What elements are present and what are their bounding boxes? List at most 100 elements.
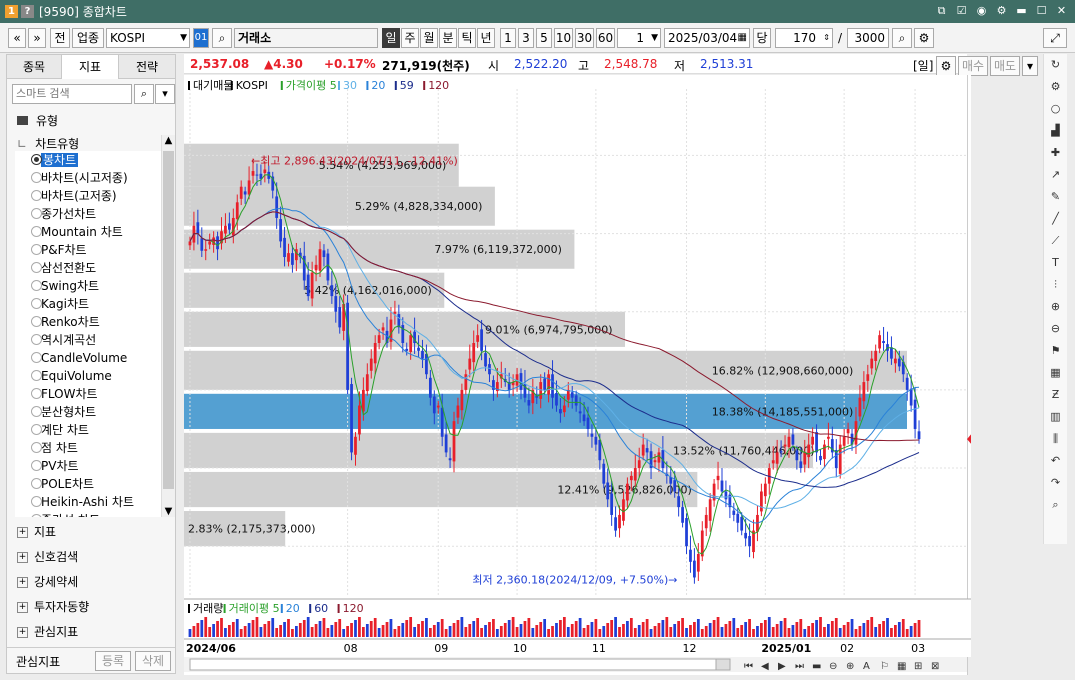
tab-strategy[interactable]: 전략 [119,55,175,79]
gear-icon[interactable]: ⚙ [1044,76,1067,98]
stepper-icon[interactable]: ⇕ [823,29,830,47]
calendar-icon[interactable]: ▦ [738,29,747,47]
auto-icon[interactable]: ⟋ [1044,230,1067,252]
chart-type-item[interactable]: 분산형차트 [15,403,161,421]
radio-icon[interactable] [31,478,42,489]
refresh-icon[interactable]: ↻ [1044,54,1067,76]
interval-1-button[interactable]: 3 [518,28,534,48]
crosshair-icon[interactable]: ✚ [1044,142,1067,164]
date-input[interactable]: 2025/03/04 ▦ [664,28,750,48]
radio-icon[interactable] [31,460,42,471]
radio-icon[interactable] [31,244,42,255]
radio-icon[interactable] [31,298,42,309]
period-1-button[interactable]: 주 [401,28,419,48]
period-5-button[interactable]: 년 [477,28,495,48]
total-input[interactable]: 3000 [847,28,889,48]
scroll-up-icon[interactable]: ▲ [162,135,175,146]
chart-type-item[interactable]: 계단 차트 [15,421,161,439]
section-3[interactable]: + 투자자동향 [17,598,89,615]
zigzag-icon[interactable]: Ƶ [1044,384,1067,406]
chart-type-item[interactable]: P&F차트 [15,241,161,259]
radio-icon[interactable] [31,208,42,219]
expand-icon[interactable]: + [17,627,28,638]
interval-0-button[interactable]: 1 [500,28,516,48]
dang-button[interactable]: 당 [753,28,771,48]
count-input[interactable]: 170 ⇕ [775,28,833,48]
line-icon[interactable]: ╱ [1044,208,1067,230]
chart-type-item[interactable]: Heikin-Ashi 차트 [15,493,161,511]
tab-stock[interactable]: 종목 [7,55,62,79]
tree-group[interactable]: ∟ 차트유형 [17,135,79,152]
radio-icon[interactable] [31,226,42,237]
pattern-icon[interactable]: ⚑ [1044,340,1067,362]
columns-icon[interactable]: ⫼ [1044,428,1067,450]
zoom-icon[interactable]: ⌕ [892,28,912,48]
interval-4-button[interactable]: 30 [575,28,594,48]
next-button[interactable]: » [28,28,46,48]
radio-icon[interactable] [31,352,42,363]
chart-type-item[interactable]: 종가선차트 [15,205,161,223]
chart-type-item[interactable]: 삼선전환도 [15,259,161,277]
radio-icon[interactable] [31,370,42,381]
chevron-down-icon[interactable]: ▼ [180,29,187,47]
settings-icon[interactable]: ⚙ [914,28,934,48]
radio-icon[interactable] [31,154,42,165]
chart-type-item[interactable]: CandleVolume [15,349,161,367]
radio-icon[interactable] [31,172,42,183]
chart-type-item[interactable]: Mountain 차트 [15,223,161,241]
price-chart-svg[interactable]: 2,400.002,500.002,600.002,700.002,800.00… [184,74,1029,675]
register-button[interactable]: 등록 [95,651,131,671]
chart-type-item[interactable]: POLE차트 [15,475,161,493]
radio-icon[interactable] [31,442,42,453]
help-badge[interactable]: ? [21,5,34,18]
link-icon[interactable]: ⧉ [934,3,949,18]
zoom-in-icon[interactable]: ⊕ [1044,296,1067,318]
section-0[interactable]: + 지표 [17,523,56,540]
chevron-down-icon[interactable]: ▾ [1022,56,1038,76]
period-0-button[interactable]: 일 [382,28,400,48]
chart-type-item[interactable]: PV차트 [15,457,161,475]
close-icon[interactable]: ✕ [1054,3,1069,18]
section-4[interactable]: + 관심지표 [17,623,78,640]
buy-button[interactable]: 매수 [958,56,988,76]
chart-type-item[interactable]: 종가선 차트 [15,511,161,517]
tree-root[interactable]: 유형 [17,112,58,129]
unit-input[interactable]: 1 ▼ [617,28,661,48]
camera-icon[interactable]: ◉ [974,3,989,18]
text-icon[interactable]: T [1044,252,1067,274]
maximize-icon[interactable]: ☐ [1034,3,1049,18]
radio-icon[interactable] [31,334,42,345]
radio-icon[interactable] [31,262,42,273]
radio-icon[interactable] [31,406,42,417]
search-icon[interactable]: ⌕ [134,84,154,104]
chart-icon[interactable]: ▟ [1044,120,1067,142]
expand-icon[interactable]: + [17,602,28,613]
chart-list-scrollbar[interactable]: ▲ ▼ [161,135,175,517]
settings-icon[interactable]: ⚙ [994,3,1009,18]
radio-icon[interactable] [31,280,42,291]
radio-icon[interactable] [31,388,42,399]
smart-search-input[interactable] [12,84,132,104]
window-restore-icon[interactable]: ⤢ [1043,28,1067,48]
zoom-out-icon[interactable]: ⊖ [1044,318,1067,340]
chart-type-item[interactable]: FLOW차트 [15,385,161,403]
period-4-button[interactable]: 틱 [458,28,476,48]
chart-type-item[interactable]: Swing차트 [15,277,161,295]
sector-button[interactable]: 업종 [72,28,104,48]
undo-icon[interactable]: ↶ [1044,450,1067,472]
grid-icon[interactable]: ▦ [1044,362,1067,384]
arrow-icon[interactable]: ↗ [1044,164,1067,186]
interval-5-button[interactable]: 60 [596,28,615,48]
delete-button[interactable]: 삭제 [135,651,171,671]
symbol-input[interactable]: KOSPI ▼ [106,28,190,48]
chart-type-item[interactable]: Kagi차트 [15,295,161,313]
radio-icon[interactable] [31,190,42,201]
expand-icon[interactable]: + [17,527,28,538]
scroll-down-icon[interactable]: ▼ [162,506,175,517]
section-1[interactable]: + 신호검색 [17,548,78,565]
pen-icon[interactable]: ✎ [1044,186,1067,208]
chevron-down-icon[interactable]: ▼ [651,29,658,47]
scroll-thumb[interactable] [163,151,174,489]
bars-icon[interactable]: ▥ [1044,406,1067,428]
chart-type-item[interactable]: 바차트(고저종) [15,187,161,205]
